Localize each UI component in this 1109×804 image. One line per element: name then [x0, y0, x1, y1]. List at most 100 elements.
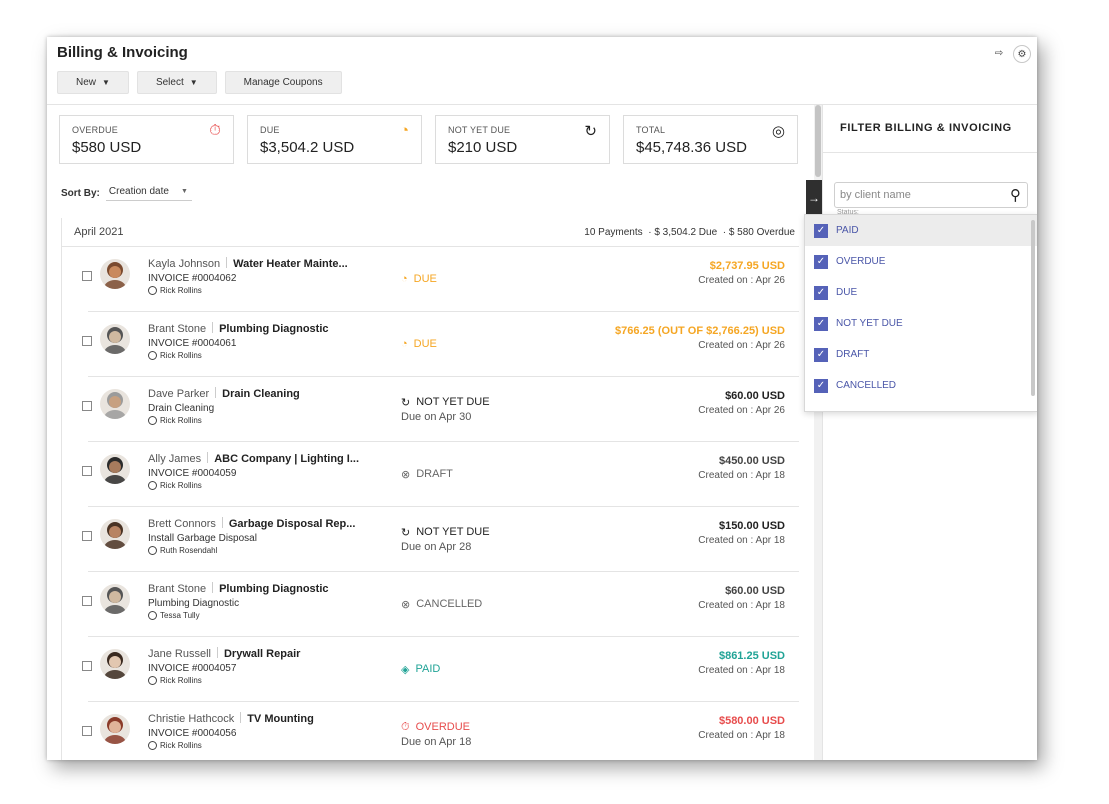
job-name[interactable]: Drain Cleaning — [222, 388, 300, 400]
sort-select[interactable]: Creation date ▼ — [105, 186, 192, 201]
user-icon — [148, 416, 157, 425]
table-row[interactable]: Brett Connors Garbage Disposal Rep... Inst… — [82, 507, 799, 572]
manage-coupons-button[interactable]: Manage Coupons — [224, 71, 342, 94]
amount-cell: $2,737.95 USD Created on : Apr 26 — [698, 260, 785, 286]
client-name[interactable]: Dave Parker — [148, 388, 209, 400]
client-name[interactable]: Christie Hathcock — [148, 713, 234, 725]
summary-card-value: $45,748.36 USD — [636, 139, 747, 156]
summary-card-due[interactable]: DUE $3,504.2 USD ◔ — [247, 115, 422, 164]
row-checkbox[interactable] — [82, 466, 92, 476]
invoice-info: Kayla Johnson Water Heater Mainte... INVOI… — [148, 257, 378, 295]
table-row[interactable]: Dave Parker Drain Cleaning Drain Cleaning R… — [82, 377, 799, 442]
gear-icon[interactable]: ⚙ — [1013, 45, 1031, 63]
job-name[interactable]: ABC Company | Lighting I... — [214, 453, 359, 465]
status-cell: ↻ NOT YET DUE Due on Apr 28 — [401, 507, 490, 571]
job-name[interactable]: Plumbing Diagnostic — [219, 323, 328, 335]
assignee: Rick Rollins — [148, 741, 378, 750]
status-cell: ◔ DUE — [401, 247, 437, 311]
main-content: OVERDUE $580 USD ⏱ DUE $3,504.2 USD ◔ NOT YET … — [47, 105, 812, 760]
export-icon[interactable]: ⇨ — [991, 45, 1007, 61]
table-row[interactable]: Ally James ABC Company | Lighting I... INV… — [82, 442, 799, 507]
status-badge: ⏱ OVERDUE — [401, 721, 471, 734]
summary-card-label: NOT YET DUE — [448, 125, 511, 135]
client-name[interactable]: Brett Connors — [148, 518, 216, 530]
collapse-panel-button[interactable]: → — [806, 180, 822, 215]
checkbox[interactable]: ✓ — [814, 285, 828, 300]
summary-card-value: $3,504.2 USD — [260, 139, 355, 156]
amount-cell: $60.00 USD Created on : Apr 18 — [698, 585, 785, 611]
row-checkbox[interactable] — [82, 596, 92, 606]
checkbox[interactable]: ✓ — [814, 254, 828, 269]
summary-card-total[interactable]: TOTAL $45,748.36 USD ◎ — [623, 115, 798, 164]
summary-cards: OVERDUE $580 USD ⏱ DUE $3,504.2 USD ◔ NOT YET … — [59, 115, 798, 164]
job-name[interactable]: Plumbing Diagnostic — [219, 583, 328, 595]
status-due-date: Due on Apr 18 — [401, 735, 472, 748]
avatar — [100, 584, 130, 614]
amount-cell: $60.00 USD Created on : Apr 26 — [698, 390, 785, 416]
summary-card-not-yet-due[interactable]: NOT YET DUE $210 USD ↻ — [435, 115, 610, 164]
status-label: DUE — [413, 338, 437, 350]
assignee: Rick Rollins — [148, 481, 378, 490]
filter-option-paid[interactable]: ✓ PAID — [805, 215, 1037, 246]
invoice-subtitle: INVOICE #0004059 — [148, 468, 237, 479]
client-name[interactable]: Ally James — [148, 453, 201, 465]
assignee: Tessa Tully — [148, 611, 378, 620]
client-search: ⚲ — [834, 182, 1028, 208]
select-button-label: Select — [155, 77, 184, 88]
new-button[interactable]: New ▼ — [57, 71, 129, 94]
row-checkbox[interactable] — [82, 726, 92, 736]
dropdown-scrollbar[interactable] — [1031, 220, 1035, 396]
amount-value: $60.00 USD — [725, 390, 785, 402]
job-name[interactable]: Garbage Disposal Rep... — [229, 518, 356, 530]
assignee: Rick Rollins — [148, 416, 378, 425]
user-icon — [148, 286, 157, 295]
scrollbar-thumb[interactable] — [815, 105, 821, 177]
row-checkbox[interactable] — [82, 661, 92, 671]
job-name[interactable]: TV Mounting — [247, 713, 314, 725]
row-checkbox[interactable] — [82, 271, 92, 281]
filter-option-cancelled[interactable]: ✓ CANCELLED — [805, 370, 1037, 401]
invoice-info: Brett Connors Garbage Disposal Rep... Inst… — [148, 517, 378, 555]
invoice-title: Dave Parker Drain Cleaning — [148, 387, 378, 400]
table-row[interactable]: Christie Hathcock TV Mounting INVOICE #000… — [82, 702, 799, 760]
table-row[interactable]: Kayla Johnson Water Heater Mainte... INVOI… — [82, 247, 799, 312]
checkbox[interactable]: ✓ — [814, 347, 828, 362]
assignee-name: Rick Rollins — [160, 351, 202, 360]
checkbox[interactable]: ✓ — [814, 223, 828, 238]
row-checkbox[interactable] — [82, 336, 92, 346]
avatar — [100, 519, 130, 549]
avatar — [100, 389, 130, 419]
table-row[interactable]: Brant Stone Plumbing Diagnostic INVOICE #0… — [82, 312, 799, 377]
filter-option-not-yet-due[interactable]: ✓ NOT YET DUE — [805, 308, 1037, 339]
filter-option-overdue[interactable]: ✓ OVERDUE — [805, 246, 1037, 277]
job-name[interactable]: Water Heater Mainte... — [233, 258, 348, 270]
client-name[interactable]: Brant Stone — [148, 323, 206, 335]
client-name[interactable]: Jane Russell — [148, 648, 211, 660]
table-row[interactable]: Brant Stone Plumbing Diagnostic Plumbing D… — [82, 572, 799, 637]
job-name[interactable]: Drywall Repair — [224, 648, 300, 660]
assignee-name: Rick Rollins — [160, 676, 202, 685]
select-button[interactable]: Select ▼ — [136, 71, 217, 94]
filter-option-draft[interactable]: ✓ DRAFT — [805, 339, 1037, 370]
divider — [823, 152, 1037, 153]
checkbox[interactable]: ✓ — [814, 316, 828, 331]
summary-card-overdue[interactable]: OVERDUE $580 USD ⏱ — [59, 115, 234, 164]
status-badge: ↻ NOT YET DUE — [401, 526, 490, 539]
client-search-input[interactable] — [838, 188, 1002, 202]
client-name[interactable]: Brant Stone — [148, 583, 206, 595]
client-name[interactable]: Kayla Johnson — [148, 258, 220, 270]
avatar — [100, 649, 130, 679]
checkbox[interactable]: ✓ — [814, 378, 828, 393]
invoice-title: Brant Stone Plumbing Diagnostic — [148, 582, 378, 595]
sort-bar: Sort By: Creation date ▼ — [61, 186, 192, 201]
row-checkbox[interactable] — [82, 531, 92, 541]
invoice-subtitle: INVOICE #0004057 — [148, 663, 237, 674]
filter-option-due[interactable]: ✓ DUE — [805, 277, 1037, 308]
search-icon[interactable]: ⚲ — [1010, 186, 1021, 204]
table-row[interactable]: Jane Russell Drywall Repair INVOICE #00040… — [82, 637, 799, 702]
chevron-down-icon: ▼ — [102, 78, 110, 87]
summary-card-label: DUE — [260, 125, 280, 135]
header-actions: ⇨ ⚙ — [991, 45, 1031, 63]
row-checkbox[interactable] — [82, 401, 92, 411]
assignee-name: Ruth Rosendahl — [160, 546, 218, 555]
